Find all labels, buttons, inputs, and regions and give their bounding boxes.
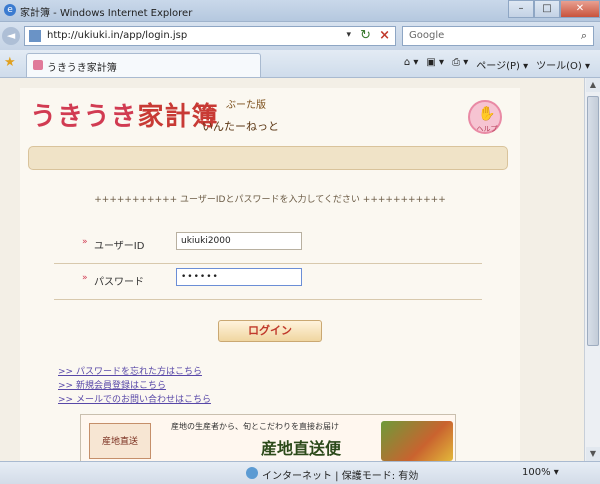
search-input[interactable]: Google: [409, 30, 444, 41]
login-button[interactable]: ログイン: [218, 320, 322, 342]
tab-bar: ★ うきうき家計簿 ⌂ ▾ ▣ ▾ ⎙ ▾ ページ(P) ▾ ツール(O) ▾: [0, 50, 600, 78]
field-divider: [54, 299, 482, 300]
page-menu[interactable]: ページ(P) ▾: [476, 57, 528, 72]
address-url[interactable]: http://ukiuki.in/app/login.jsp: [47, 30, 187, 41]
page-icon: [29, 30, 41, 42]
user-id-input[interactable]: [176, 232, 302, 250]
stop-icon[interactable]: ×: [379, 28, 390, 43]
scroll-thumb[interactable]: [587, 96, 599, 346]
favorites-star-icon[interactable]: ★: [4, 55, 16, 70]
user-id-row: » ユーザーID: [54, 230, 482, 264]
scroll-up-icon[interactable]: ▲: [586, 78, 600, 92]
page-viewport: うきうき家計簿 ぶーた版 いんたーねっと ✋ ヘルプ +++++++++++ ユ…: [0, 78, 584, 461]
tab-favicon-icon: [33, 60, 43, 70]
promo-banner[interactable]: 産地直送 産地の生産者から、旬とこだわりを直接お届け 産地直送便: [80, 414, 456, 461]
user-id-label: ユーザーID: [94, 241, 145, 252]
maximize-button[interactable]: □: [534, 0, 560, 18]
vertical-scrollbar[interactable]: ▲ ▼: [584, 78, 600, 461]
header-banner: [28, 146, 508, 170]
help-label: ヘルプ: [476, 125, 498, 133]
refresh-icon[interactable]: ↻: [360, 28, 371, 43]
minimize-button[interactable]: –: [508, 0, 534, 18]
window-title: 家計簿 - Windows Internet Explorer: [20, 8, 193, 19]
vegetables-image: [381, 421, 453, 461]
feeds-icon[interactable]: ▣ ▾: [426, 57, 444, 72]
title-bar: e 家計簿 - Windows Internet Explorer – □ ✕: [0, 0, 600, 22]
register-link[interactable]: >> 新規会員登録はこちら: [58, 378, 358, 392]
home-icon[interactable]: ⌂ ▾: [404, 57, 419, 72]
tab-active[interactable]: うきうき家計簿: [26, 53, 261, 77]
tools-menu[interactable]: ツール(O) ▾: [536, 57, 590, 72]
window-controls: – □ ✕: [508, 0, 600, 18]
security-zone[interactable]: インターネット | 保護モード: 有効: [262, 467, 418, 482]
site-logo[interactable]: うきうき家計簿: [30, 96, 219, 133]
address-dropdown-icon[interactable]: ▾: [346, 30, 351, 40]
promo-tagline: 産地の生産者から、旬とこだわりを直接お届け: [171, 422, 339, 431]
address-field[interactable]: http://ukiuki.in/app/login.jsp ▾ ↻ ×: [24, 26, 396, 46]
logo-hiragana: うきうき: [30, 102, 138, 132]
field-divider: [54, 263, 482, 264]
ie-logo-icon: e: [4, 4, 16, 16]
back-button[interactable]: ◄: [2, 27, 20, 45]
zoom-level[interactable]: 100% ▾: [522, 467, 559, 478]
login-page: うきうき家計簿 ぶーた版 いんたーねっと ✋ ヘルプ +++++++++++ ユ…: [20, 88, 520, 461]
help-button[interactable]: ✋ ヘルプ: [468, 100, 502, 134]
address-toolbar: ◄ http://ukiuki.in/app/login.jsp ▾ ↻ × G…: [0, 22, 600, 50]
command-bar: ⌂ ▾ ▣ ▾ ⎙ ▾ ページ(P) ▾ ツール(O) ▾: [404, 57, 590, 72]
promo-title: 産地直送便: [261, 439, 342, 458]
search-box[interactable]: Google ⌕: [402, 26, 594, 46]
user-marker: »: [82, 237, 88, 247]
scroll-down-icon[interactable]: ▼: [586, 447, 600, 461]
logo-subtitle-edition: ぶーた版: [226, 100, 266, 111]
password-marker: »: [82, 273, 88, 283]
logo-subtitle-internet: いんたーねっと: [202, 120, 279, 133]
tab-label: うきうき家計簿: [47, 63, 117, 74]
contact-link[interactable]: >> メールでのお問い合わせはこちら: [58, 392, 358, 406]
print-icon[interactable]: ⎙ ▾: [452, 57, 468, 72]
help-links: >> パスワードを忘れた方はこちら >> 新規会員登録はこちら >> メールでの…: [58, 364, 358, 406]
login-instructions: +++++++++++ ユーザーIDとパスワードを入力してください ++++++…: [94, 195, 446, 205]
forgot-password-link[interactable]: >> パスワードを忘れた方はこちら: [58, 364, 358, 378]
promo-badge: 産地直送: [89, 423, 151, 459]
search-icon[interactable]: ⌕: [581, 29, 587, 43]
status-bar: インターネット | 保護モード: 有効 100% ▾: [0, 461, 600, 484]
password-input[interactable]: [176, 268, 302, 286]
hand-icon: ✋: [478, 106, 496, 122]
password-row: » パスワード: [54, 266, 482, 300]
globe-icon: [246, 467, 258, 479]
close-button[interactable]: ✕: [560, 0, 600, 18]
password-label: パスワード: [94, 277, 144, 288]
